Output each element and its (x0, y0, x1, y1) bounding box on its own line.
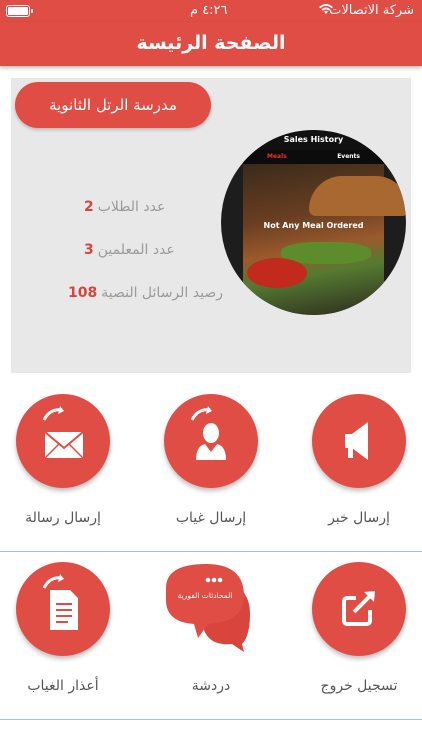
embedded-tab-events: Events (337, 153, 360, 160)
teachers-count: 3 عدد المعلمين (84, 242, 175, 258)
chat-bubbles-icon[interactable]: المحادثات الفورية (158, 560, 258, 654)
send-absence-label: إرسال غياب (175, 510, 247, 526)
logout-icon[interactable] (312, 562, 406, 656)
send-message-label: إرسال رسالة (25, 510, 101, 526)
sms-balance-label: رصيد الرسائل النصية (101, 285, 223, 301)
embedded-tab-meals: Meals (267, 153, 287, 160)
teachers-count-value: 3 (84, 242, 94, 258)
school-name-button[interactable]: مدرسة الرتل الثانوية (15, 82, 211, 128)
person-send-icon[interactable] (164, 394, 258, 488)
students-count: 2 عدد الطلاب (84, 199, 165, 215)
embedded-tabs: Meals Events (243, 150, 384, 164)
page-title: الصفحة الرئيسة (136, 32, 286, 54)
document-send-icon[interactable] (16, 562, 110, 656)
chat-label: دردشة (191, 678, 231, 694)
embedded-title: Sales History (221, 130, 406, 150)
navigation-bar: الصفحة الرئيسة (0, 22, 422, 66)
students-count-label: عدد الطلاب (97, 199, 166, 215)
battery-icon (6, 5, 33, 17)
tomato-shape (247, 258, 307, 288)
send-news-label: إرسال خبر (328, 510, 390, 526)
envelope-send-icon[interactable] (16, 394, 110, 488)
megaphone-icon[interactable] (312, 394, 406, 488)
bottom-divider (0, 719, 422, 720)
row-divider (0, 551, 422, 552)
school-photo: Sales History Meals Events Not Any Meal … (221, 130, 406, 315)
absence-excuses-label: أعذار الغياب (27, 678, 99, 694)
logout-label: تسجيل خروج (320, 678, 398, 694)
chat-bubble-text: المحادثات الفورية (177, 591, 233, 600)
burger-bun-shape (309, 176, 406, 216)
teachers-count-label: عدد المعلمين (97, 242, 175, 258)
embedded-empty-message: Not Any Meal Ordered (263, 221, 364, 230)
sms-balance: 108 رصيد الرسائل النصية (68, 285, 223, 301)
status-bar: ٤:٢٦ م شركة الاتصالات (0, 0, 422, 22)
carrier-name: شركة الاتصالات (329, 3, 414, 18)
students-count-value: 2 (84, 199, 94, 215)
status-time: ٤:٢٦ م (190, 3, 228, 18)
sms-balance-value: 108 (68, 285, 98, 301)
